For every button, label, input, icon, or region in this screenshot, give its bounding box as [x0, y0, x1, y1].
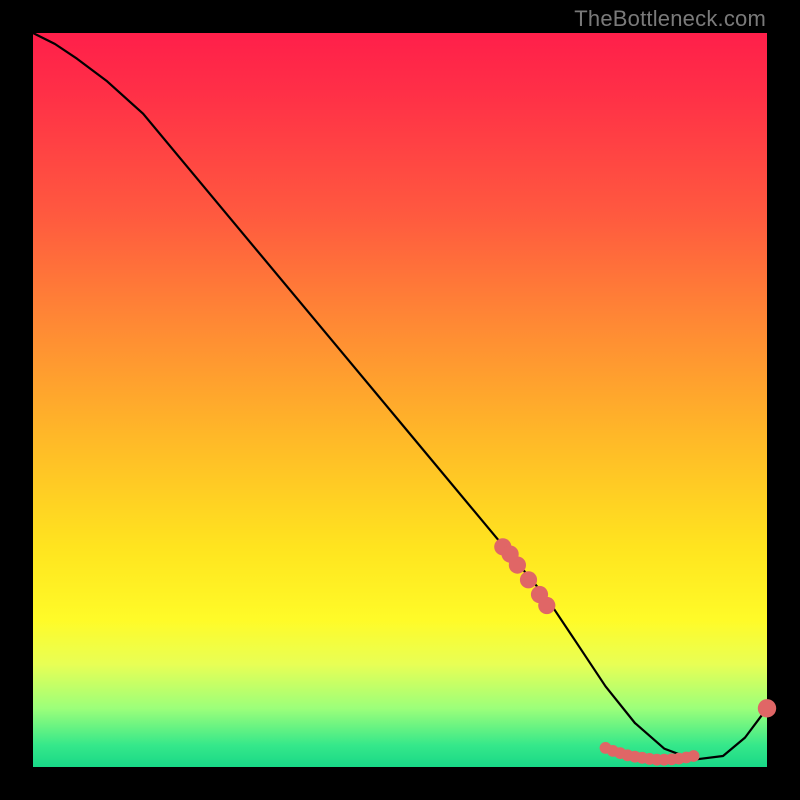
- data-point: [509, 557, 526, 574]
- chart-svg: [33, 33, 767, 767]
- data-point: [688, 750, 700, 762]
- data-point: [520, 571, 537, 588]
- marker-layer: [494, 538, 776, 765]
- chart-stage: TheBottleneck.com: [0, 0, 800, 800]
- data-point: [538, 597, 555, 614]
- data-point: [758, 699, 776, 717]
- watermark-text: TheBottleneck.com: [574, 6, 766, 32]
- plot-area: [33, 33, 767, 767]
- bottleneck-curve: [33, 33, 767, 760]
